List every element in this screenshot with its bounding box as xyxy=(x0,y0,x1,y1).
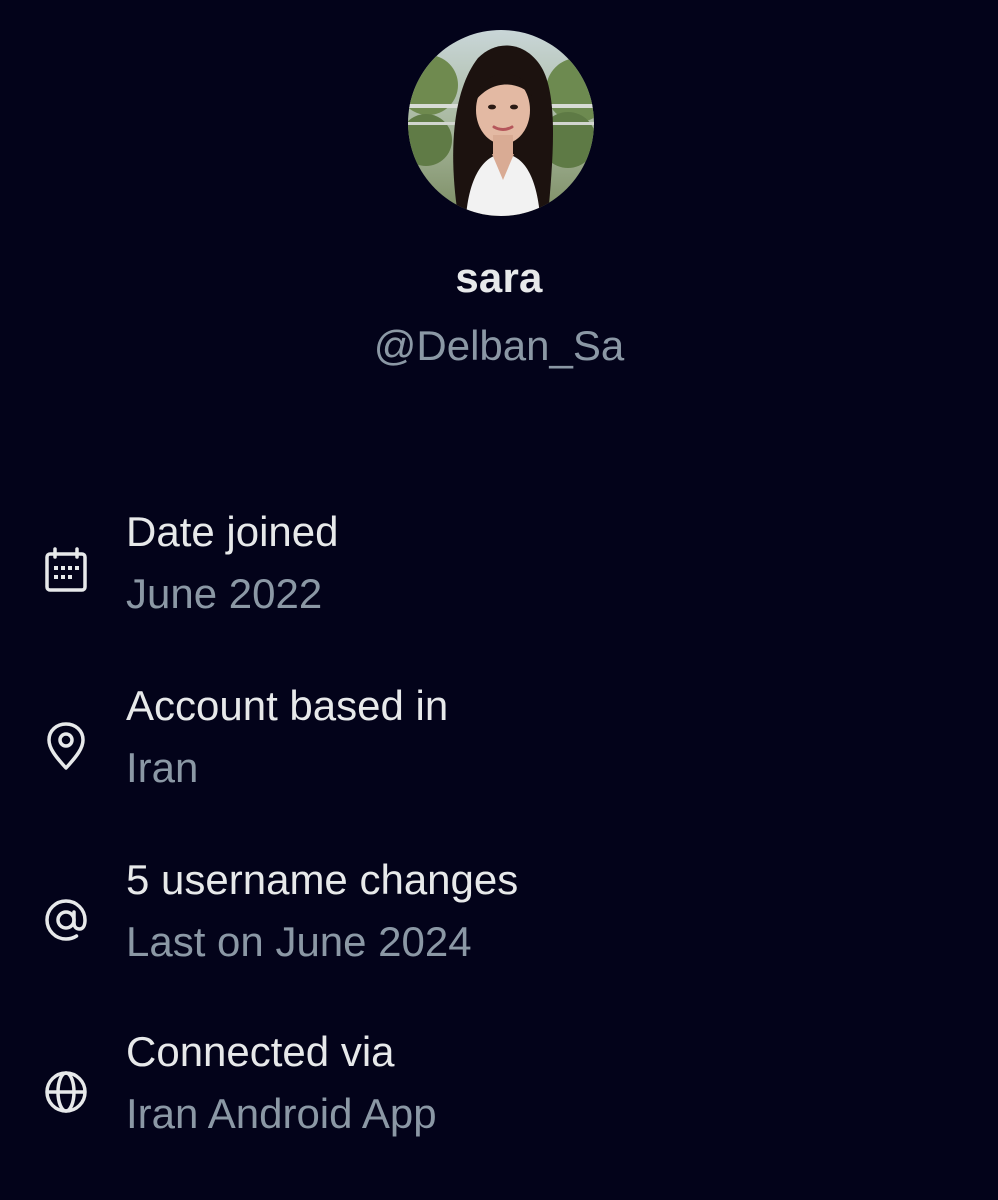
username-changes-value: Last on June 2024 xyxy=(126,918,472,965)
date-joined-value: June 2022 xyxy=(126,570,323,617)
info-row-username-changes: 5 username changes Last on June 2024 xyxy=(0,856,998,986)
calendar-icon xyxy=(38,544,94,600)
username-changes-label: 5 username changes xyxy=(126,856,519,903)
connected-via-label: Connected via xyxy=(126,1028,395,1075)
info-row-connected-via: Connected via Iran Android App xyxy=(0,1028,998,1158)
account-based-in-value: Iran xyxy=(126,744,199,791)
account-based-in-label: Account based in xyxy=(126,682,449,729)
globe-icon xyxy=(38,1064,94,1120)
connected-via-value: Iran Android App xyxy=(126,1090,437,1137)
avatar[interactable] xyxy=(408,30,594,216)
profile-display-name: sara xyxy=(455,254,543,301)
at-sign-icon xyxy=(38,892,94,948)
info-row-date-joined: Date joined June 2022 xyxy=(0,508,998,638)
date-joined-label: Date joined xyxy=(126,508,339,555)
location-pin-icon xyxy=(38,718,94,774)
info-row-account-based-in: Account based in Iran xyxy=(0,682,998,812)
avatar-photo xyxy=(408,30,594,216)
profile-handle: @Delban_Sa xyxy=(373,322,625,369)
